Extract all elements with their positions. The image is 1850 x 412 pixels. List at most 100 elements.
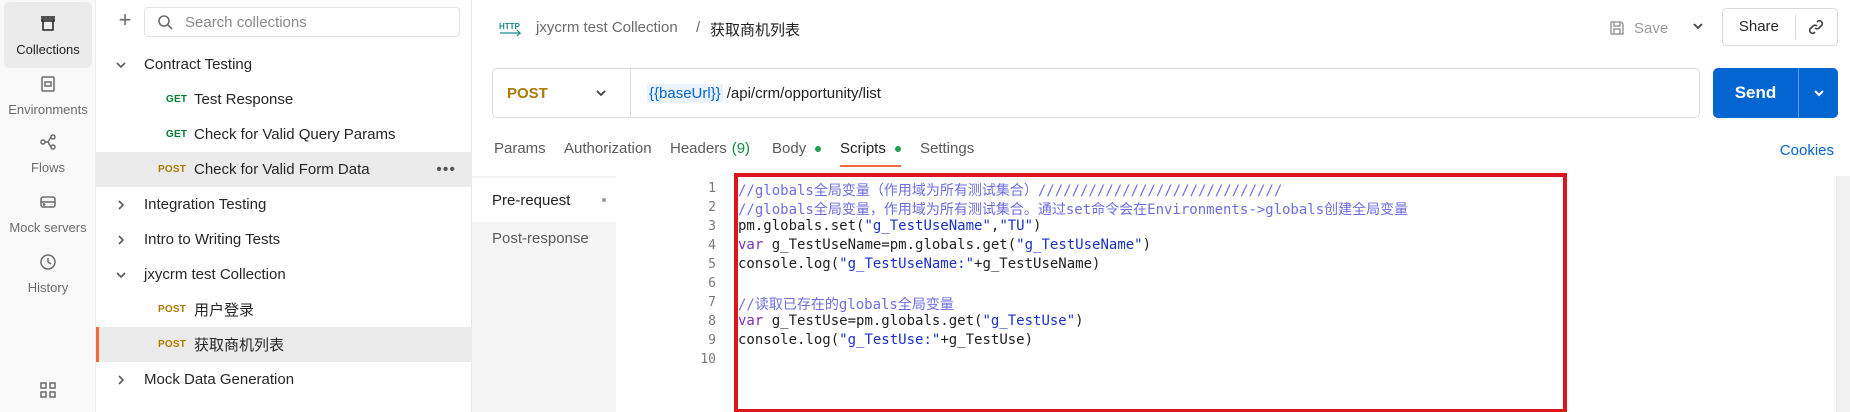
status-dot [894, 145, 901, 152]
save-icon [1610, 21, 1624, 35]
chevron-down-icon [1813, 90, 1824, 97]
breadcrumb-request-name[interactable]: 获取商机列表 [710, 19, 800, 40]
folder-mock-data-generation[interactable]: Mock Data Generation [96, 362, 472, 397]
chevron-down-icon [116, 271, 126, 278]
plus-icon: + [118, 7, 132, 32]
request-header: HTTP jxycrm test Collection / 获取商机列表 Sav… [472, 0, 1850, 56]
collections-icon [41, 15, 55, 31]
chevron-right-icon [118, 234, 125, 245]
rail-item-flows[interactable]: Flows [4, 120, 92, 186]
line-number: 6 [708, 276, 716, 291]
tab-authorization[interactable]: Authorization [564, 140, 652, 157]
request-user-login[interactable]: POST 用户登录 [96, 292, 472, 327]
send-options-button[interactable] [1799, 86, 1838, 100]
search-input[interactable]: Search collections [144, 7, 460, 37]
chevron-down-icon [116, 61, 126, 68]
editor-scrollbar[interactable] [1836, 176, 1850, 412]
request-label: 用户登录 [194, 302, 255, 319]
request-label: 获取商机列表 [194, 337, 285, 354]
rail-item-environments[interactable]: Environments [4, 62, 92, 128]
subtab-label: Post-response [492, 229, 589, 247]
script-subnav: Pre-request Post-response [472, 176, 616, 412]
url-input[interactable]: {{baseUrl}} /api/crm/opportunity/list [631, 83, 881, 103]
folder-label: jxycrm test Collection [144, 266, 286, 283]
method-badge: POST [158, 339, 187, 350]
request-label: Check for Valid Form Data [194, 161, 370, 178]
folder-contract-testing[interactable]: Contract Testing [96, 47, 472, 82]
tab-settings[interactable]: Settings [920, 140, 974, 157]
chevron-down-icon[interactable] [1690, 18, 1706, 34]
svg-text:HTTP: HTTP [499, 22, 521, 31]
headers-count: (9) [731, 140, 751, 157]
search-icon [158, 15, 173, 30]
share-group: Share [1722, 8, 1838, 46]
subtab-post-response[interactable]: Post-response [472, 216, 616, 260]
request-test-response[interactable]: GET Test Response [96, 82, 472, 117]
request-editor: HTTP jxycrm test Collection / 获取商机列表 Sav… [472, 0, 1850, 412]
share-button[interactable]: Share [1723, 15, 1796, 39]
save-label: Save [1634, 19, 1669, 37]
line-number: 5 [708, 257, 716, 272]
subtab-label: Pre-request [492, 191, 571, 209]
send-button[interactable]: Send [1713, 68, 1799, 118]
request-check-valid-query-params[interactable]: GET Check for Valid Query Params [96, 117, 472, 152]
tab-label: Params [494, 140, 546, 157]
method-select[interactable]: POST [493, 69, 631, 117]
rail-item-label: Environments [8, 101, 88, 117]
search-placeholder: Search collections [185, 13, 307, 31]
rail-item-label: History [27, 279, 69, 295]
folder-label: Integration Testing [144, 196, 267, 213]
chevron-down-icon [596, 90, 606, 97]
cookies-link[interactable]: Cookies [1780, 142, 1834, 159]
request-label: Test Response [194, 91, 294, 108]
send-group: Send [1713, 68, 1838, 118]
rail-item-history[interactable]: History [4, 240, 92, 306]
folder-intro-writing-tests[interactable]: Intro to Writing Tests [96, 222, 472, 257]
tab-label: Body [772, 140, 807, 157]
http-icon: HTTP [499, 22, 522, 37]
request-tabs: Params Authorization Headers (9) Body Scr… [472, 132, 1850, 168]
history-icon [40, 253, 56, 270]
flows-icon [40, 133, 56, 150]
copy-link-button[interactable] [1796, 18, 1837, 36]
save-button[interactable]: Save [1608, 14, 1668, 42]
tab-label: Scripts [840, 140, 886, 157]
folder-jxycrm-test-collection[interactable]: jxycrm test Collection [96, 257, 472, 292]
method-value: POST [507, 84, 548, 102]
code-editor[interactable]: 1 2 3 4 5 6 7 8 9 10 //globals全局变量（作用域为所… [616, 173, 1836, 412]
url-bar: POST {{baseUrl}} /api/crm/opportunity/li… [492, 68, 1700, 118]
rail-item-collections[interactable]: Collections [4, 2, 92, 68]
folder-integration-testing[interactable]: Integration Testing [96, 187, 472, 222]
breadcrumb-separator: / [696, 19, 701, 36]
status-dot [815, 145, 822, 152]
method-badge: POST [158, 304, 187, 315]
rail-item-mock-servers[interactable]: Mock servers [4, 180, 92, 246]
more-options-icon[interactable]: ••• [436, 161, 456, 179]
tab-label: Authorization [564, 140, 652, 157]
tab-headers[interactable]: Headers (9) [670, 140, 750, 157]
folder-label: Mock Data Generation [144, 371, 295, 388]
line-number: 7 [708, 295, 716, 310]
collections-sidebar: + Search collections Contract Testing GE… [96, 0, 472, 412]
method-badge: GET [166, 94, 188, 105]
request-opportunity-list[interactable]: POST 获取商机列表 [96, 327, 472, 362]
sidebar-toolbar: + Search collections [96, 0, 472, 44]
tab-label: Headers [670, 140, 727, 157]
tab-body[interactable]: Body [772, 140, 822, 157]
rail-item-label: Collections [16, 41, 80, 57]
tab-params[interactable]: Params [494, 140, 546, 157]
status-dot [602, 198, 606, 202]
add-collection-button[interactable]: + [114, 7, 136, 32]
rail-item-more[interactable] [4, 372, 92, 412]
tab-label: Settings [920, 140, 975, 157]
line-number: 8 [708, 314, 716, 329]
rail-item-label: Flows [31, 159, 65, 175]
breadcrumb-collection[interactable]: jxycrm test Collection [536, 19, 678, 36]
method-badge: GET [166, 129, 188, 140]
method-badge: POST [158, 164, 187, 175]
request-check-valid-form-data[interactable]: POST Check for Valid Form Data ••• [96, 152, 472, 187]
chevron-right-icon [118, 199, 125, 210]
left-icon-rail: Collections Environments Flows Mock serv… [0, 0, 96, 412]
chevron-right-icon [118, 374, 125, 385]
tab-scripts[interactable]: Scripts [840, 140, 901, 167]
